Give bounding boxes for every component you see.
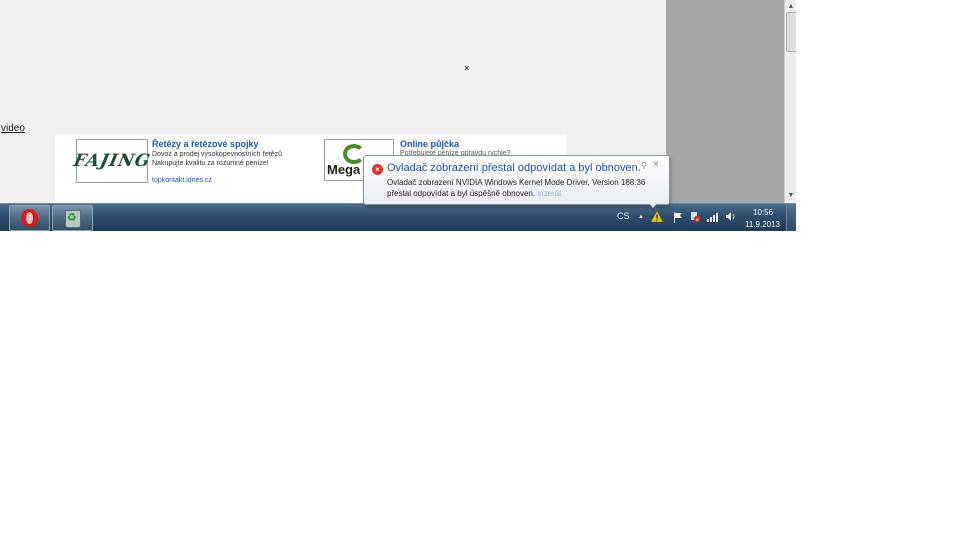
- error-icon: ×: [372, 164, 383, 175]
- notification-body: Ovladač zobrazení NVIDIA Windows Kernel …: [387, 177, 655, 199]
- driver-recovered-notification[interactable]: × Ovladač zobrazení přestal odpovídat a …: [363, 155, 670, 205]
- opera-icon: [21, 209, 38, 227]
- notification-tail: [648, 202, 658, 208]
- tray-expand-icon[interactable]: ▲: [638, 214, 644, 220]
- action-center-flag-icon[interactable]: [673, 212, 683, 223]
- ad-title-loan[interactable]: Online půjčka: [400, 139, 459, 149]
- pin-icon[interactable]: ⚲: [641, 161, 647, 170]
- taskbar-opera-button[interactable]: [9, 205, 50, 231]
- mega-logo-text: Mega: [327, 162, 361, 177]
- ad-body-chains: Dovoz a prodej vysokopevnostních řetězů …: [152, 151, 282, 167]
- fajing-logo-text: FAJING: [71, 151, 153, 171]
- clock-time[interactable]: 10:56: [753, 208, 773, 217]
- fajing-logo[interactable]: FAJING: [72, 139, 152, 183]
- language-indicator[interactable]: CS: [617, 211, 630, 221]
- scroll-up-arrow-icon[interactable]: ▲: [786, 2, 796, 11]
- show-desktop-button[interactable]: [786, 204, 796, 231]
- network-icon[interactable]: ×: [690, 211, 701, 223]
- ad-title-chains[interactable]: Řetězy a řetězové spojky: [152, 139, 259, 149]
- mega-logo-mark: [343, 144, 365, 164]
- scroll-down-arrow-icon[interactable]: ▼: [786, 191, 796, 200]
- signal-icon[interactable]: [707, 212, 718, 222]
- gray-panel: [666, 0, 784, 203]
- volume-icon[interactable]: [725, 211, 736, 222]
- close-icon[interactable]: ×: [464, 63, 469, 73]
- notification-ghost-text: inzerát: [537, 189, 562, 198]
- notification-body-text: Ovladač zobrazení NVIDIA Windows Kernel …: [387, 178, 646, 198]
- clock-date[interactable]: 11.9.2013: [745, 220, 780, 229]
- notification-title: Ovladač zobrazení přestal odpovídat a by…: [387, 162, 641, 174]
- taskbar: CS ▲ × 10:56 11.9.2013: [0, 203, 796, 231]
- recycle-bin-icon: [65, 210, 81, 228]
- svg-text:×: ×: [695, 217, 699, 223]
- warning-icon[interactable]: [651, 211, 663, 222]
- video-link[interactable]: video: [1, 123, 25, 134]
- browser-window: × video FAJING Řetězy a řetězové spojky …: [0, 0, 796, 231]
- taskbar-recycle-bin-button[interactable]: [52, 205, 93, 231]
- notification-close-icon[interactable]: ×: [653, 159, 659, 170]
- vertical-scrollbar[interactable]: ▲ ▼: [784, 0, 796, 203]
- ad-url-chains[interactable]: topkontakt.idnes.cz: [152, 177, 212, 184]
- scroll-thumb[interactable]: [786, 12, 796, 52]
